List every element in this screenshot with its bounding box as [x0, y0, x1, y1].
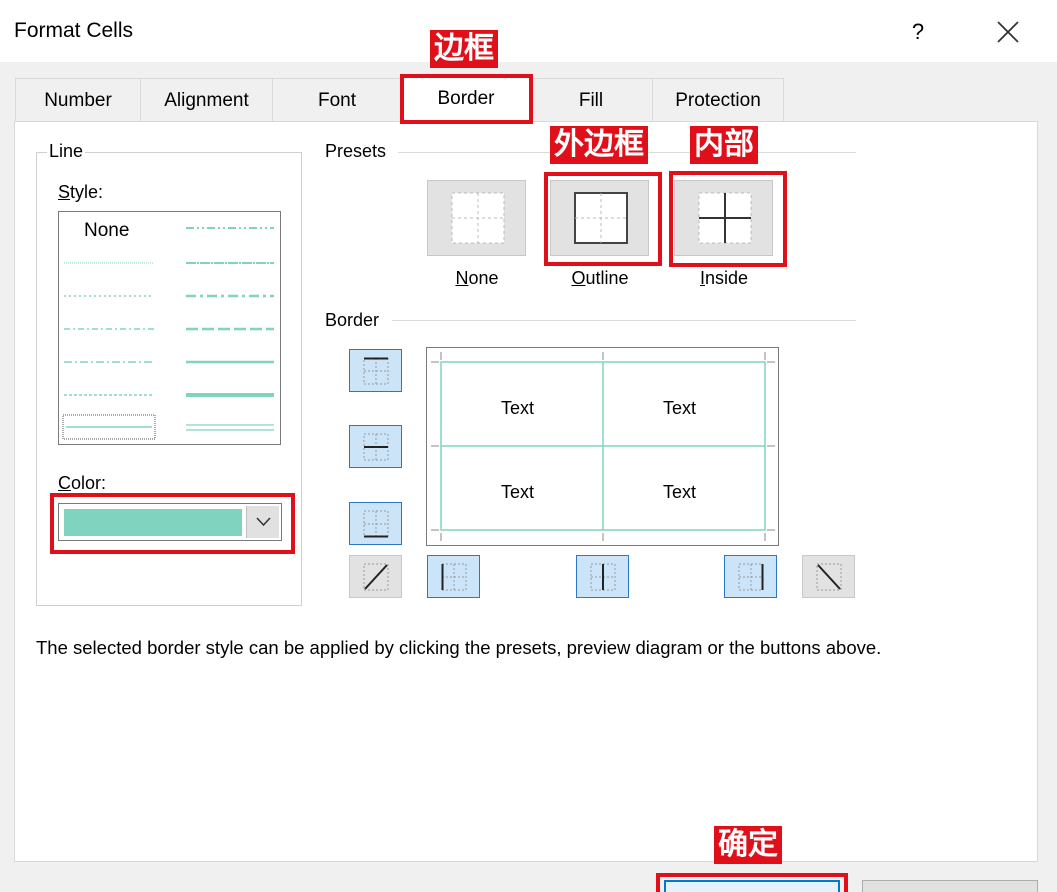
border-bottom-button[interactable]: [349, 502, 402, 545]
style-label: Style:: [58, 182, 104, 202]
preset-none-icon: [451, 192, 505, 244]
annotation-border-tab: 边框: [430, 30, 498, 68]
preview-cell-text: Text: [501, 398, 535, 418]
close-icon: [997, 21, 1019, 43]
border-preview[interactable]: [426, 347, 779, 546]
line-style-samples[interactable]: [58, 211, 281, 445]
border-diagonal-down-button[interactable]: [802, 555, 855, 598]
border-preview-grid: [431, 352, 775, 541]
close-button[interactable]: [988, 12, 1028, 52]
annotation-ok: 确定: [714, 826, 782, 864]
highlight-border-tab: [400, 74, 533, 124]
preset-inside-label: Inside: [699, 268, 749, 288]
border-inside-vertical-button[interactable]: [576, 555, 629, 598]
border-top-button[interactable]: [349, 349, 402, 392]
tab-fill[interactable]: Fill: [529, 78, 653, 122]
highlight-outline-preset: [544, 172, 662, 266]
color-label: Color:: [58, 473, 107, 493]
line-group-title: Line: [47, 141, 86, 162]
border-left-icon: [441, 563, 467, 591]
preview-cell-text: Text: [663, 482, 697, 502]
border-inside-horizontal-icon: [363, 433, 389, 461]
title-bar: [0, 0, 1057, 62]
preset-outline-label: Outline: [571, 268, 629, 288]
border-inside-vertical-icon: [590, 563, 616, 591]
tab-protection[interactable]: Protection: [652, 78, 784, 122]
preview-cell-text: Text: [501, 482, 535, 502]
border-title: Border: [323, 310, 382, 331]
tab-font[interactable]: Font: [272, 78, 402, 122]
highlight-inside-preset: [669, 171, 787, 267]
highlight-color-dropdown: [50, 493, 295, 554]
diagonal-up-icon: [363, 563, 389, 591]
border-diagonal-up-button[interactable]: [349, 555, 402, 598]
border-left-button[interactable]: [427, 555, 480, 598]
border-right-icon: [738, 563, 764, 591]
preset-none-label: None: [455, 268, 499, 288]
tab-number[interactable]: Number: [15, 78, 141, 122]
help-description: The selected border style can be applied…: [36, 637, 882, 658]
border-inside-horizontal-button[interactable]: [349, 425, 402, 468]
border-right-button[interactable]: [724, 555, 777, 598]
presets-title: Presets: [323, 141, 389, 162]
border-divider: [392, 320, 856, 321]
annotation-inside: 内部: [690, 126, 758, 164]
diagonal-down-icon: [816, 563, 842, 591]
preset-none-button[interactable]: [427, 180, 526, 256]
highlight-ok-button: [656, 873, 848, 892]
cancel-button[interactable]: [862, 880, 1038, 892]
border-bottom-icon: [363, 510, 389, 538]
dialog-title: Format Cells: [14, 19, 134, 42]
annotation-outline: 外边框: [550, 126, 648, 164]
tab-alignment[interactable]: Alignment: [140, 78, 273, 122]
preview-cell-text: Text: [663, 398, 697, 418]
help-button[interactable]: ?: [900, 12, 936, 52]
border-top-icon: [363, 357, 389, 385]
